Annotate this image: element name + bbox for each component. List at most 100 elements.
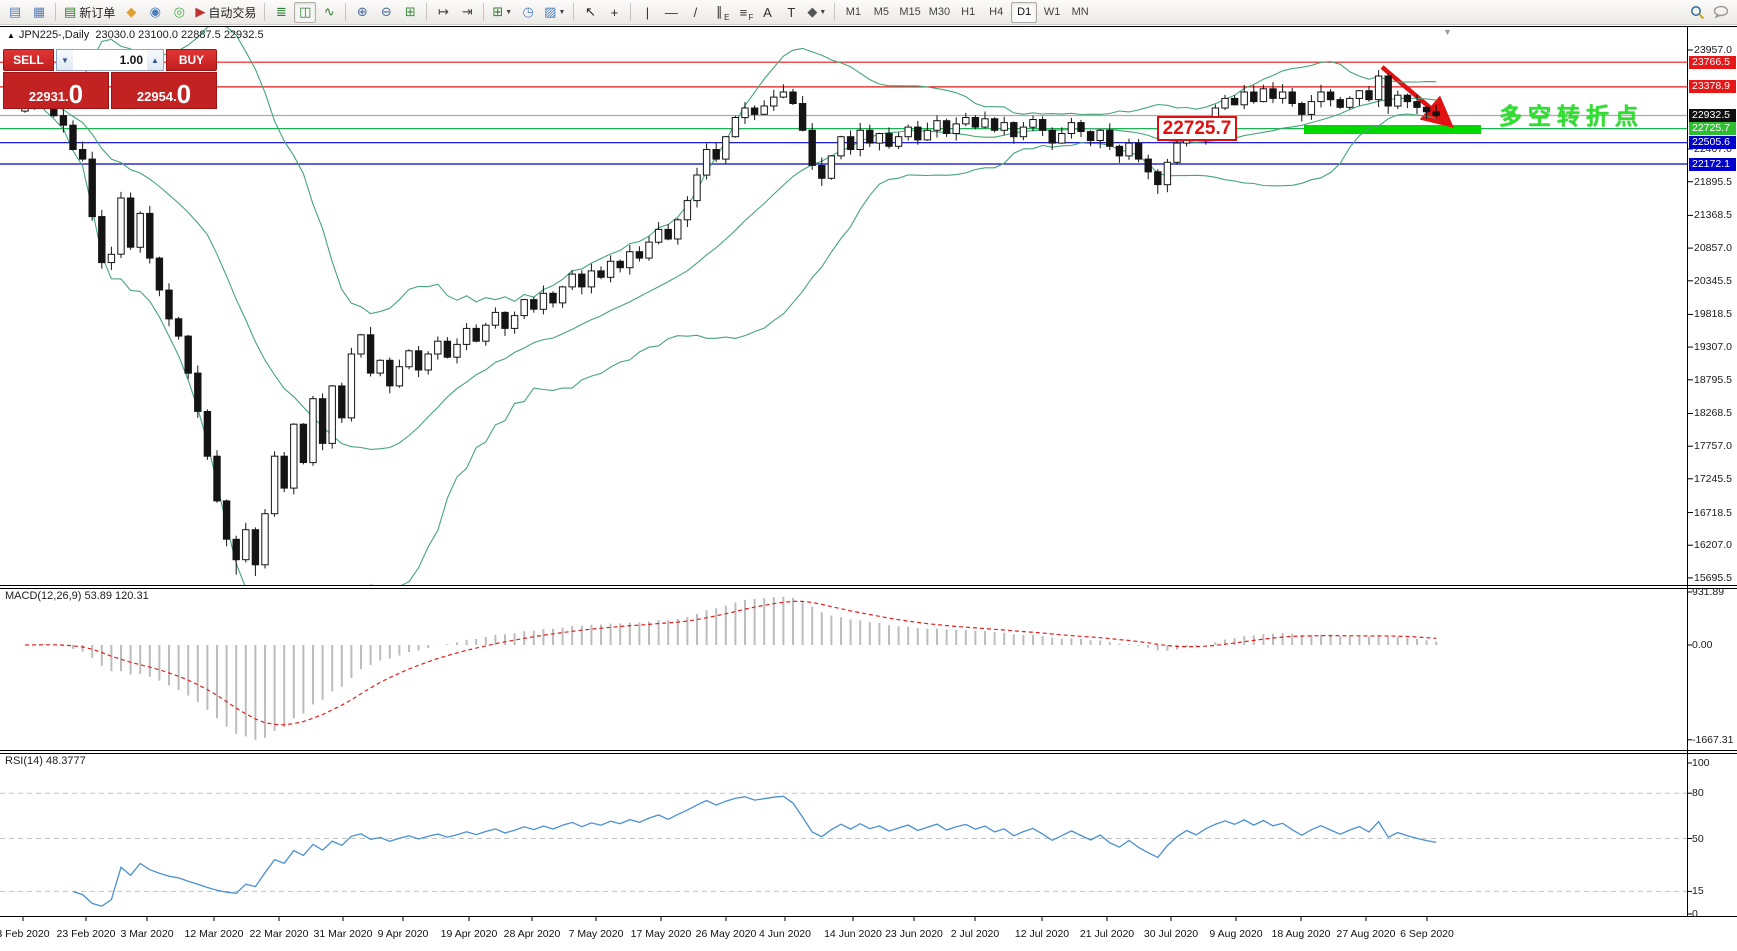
vertical-line-button[interactable]: |	[636, 2, 658, 23]
volume-increase-button[interactable]: ▲	[147, 50, 163, 70]
tile-windows-button[interactable]: ⊞	[399, 2, 421, 23]
zoom-out-button[interactable]: ⊖	[375, 2, 397, 23]
mt4-window: ▤ ▦ ▤ 新订单 ◆ ◉ ◎ ▶ 自动交易 ≣ ◫ ∿ ⊕ ⊖ ⊞ ↦ ⇥ ⊞ ▼ ◷ ▨ ▼ ↖ + | — / ∥ E ≡ F A T ◆ ▼…	[0, 0, 1737, 951]
rsi-axis-label: 0	[1692, 908, 1698, 920]
date-label: 3 Feb 2020	[0, 928, 50, 940]
auto-scroll-icon: ↦	[437, 4, 449, 19]
chart-shift-marker-icon[interactable]: ▼	[1443, 27, 1452, 37]
date-label: 31 Mar 2020	[313, 928, 373, 940]
volume-input[interactable]: 1.00	[73, 50, 147, 70]
text-label-button[interactable]: T	[780, 2, 802, 23]
date-label: 28 Apr 2020	[503, 928, 561, 940]
new-chart-button[interactable]: ⊞ ▼	[489, 2, 515, 23]
toolbar-separator	[55, 3, 56, 21]
candlestick-chart-icon: ◫	[299, 4, 312, 19]
toolbar-separator	[345, 3, 347, 21]
chart-shift-icon: ⇥	[461, 4, 473, 19]
timeframe-h1-button[interactable]: H1	[955, 2, 981, 23]
rsi-axis-label: 80	[1692, 787, 1704, 799]
timeframe-m5-button[interactable]: M5	[868, 2, 894, 23]
rsi-axis-label: 15	[1692, 885, 1704, 897]
date-label: 14 Jun 2020	[824, 928, 882, 940]
text-button[interactable]: A	[756, 2, 778, 23]
price-annotation-box[interactable]: 22725.7	[1157, 116, 1237, 141]
chat-icon	[1713, 5, 1729, 19]
timeframe-m15-button[interactable]: M15	[896, 2, 923, 23]
signals-button[interactable]: ◎	[168, 2, 190, 23]
sell-button[interactable]: SELL	[3, 49, 54, 71]
price-tick-label: 21368.5	[1694, 209, 1732, 221]
search-button[interactable]	[1686, 2, 1708, 23]
price-tick-label: 18795.5	[1694, 374, 1732, 386]
equidistant-channel-button[interactable]: ∥ E	[708, 2, 730, 23]
charts-list-icon: ▤	[8, 4, 22, 19]
macd-axis-label: -1667.31	[1692, 734, 1734, 746]
price-tick-label: 18268.5	[1694, 407, 1732, 419]
timeframe-m30-button[interactable]: M30	[926, 2, 953, 23]
vertical-line-icon: |	[645, 4, 650, 20]
expert-advisors-button[interactable]: ◆	[120, 2, 142, 23]
chart-shift-button[interactable]: ⇥	[456, 2, 478, 23]
price-level-label: 22505.6	[1689, 136, 1736, 149]
timeframe-m1-button[interactable]: M1	[840, 2, 866, 23]
chat-button[interactable]	[1710, 2, 1733, 23]
support-band[interactable]	[1304, 125, 1481, 134]
date-label: 21 Jul 2020	[1079, 928, 1135, 940]
arrows-icon: ◆	[807, 4, 818, 19]
equidistant-channel-sub-label: E	[724, 12, 730, 22]
symbol-marker-icon: ▲	[7, 31, 15, 40]
sell-price[interactable]: 22931. 0	[3, 72, 109, 109]
timeframe-w1-button[interactable]: W1	[1039, 2, 1065, 23]
buy-button[interactable]: BUY	[166, 49, 217, 71]
rsi-label: RSI(14) 48.3777	[5, 755, 86, 767]
crosshair-button[interactable]: +	[603, 2, 625, 23]
cursor-button[interactable]: ↖	[579, 2, 601, 23]
price-tick-label: 20345.5	[1694, 275, 1732, 287]
price-level-label: 23378.9	[1689, 80, 1736, 93]
date-label: 18 Aug 2020	[1271, 928, 1331, 940]
profiles-clock-button[interactable]: ◷	[517, 2, 539, 23]
equidistant-channel-icon: ∥	[716, 4, 723, 19]
volume-decrease-button[interactable]: ▼	[57, 50, 73, 70]
price-tick-label: 17757.0	[1694, 440, 1732, 452]
chart-canvas[interactable]	[0, 0, 1737, 951]
price-tick-label: 21895.5	[1694, 176, 1732, 188]
horizontal-line-button[interactable]: —	[660, 2, 682, 23]
new-order-button[interactable]: ▤ 新订单	[61, 2, 118, 23]
templates-caret-icon: ▼	[558, 8, 566, 16]
buy-price-frac: 0	[176, 79, 192, 109]
new-order-icon: ▤	[64, 4, 77, 19]
auto-scroll-button[interactable]: ↦	[432, 2, 454, 23]
timeframe-mn-button[interactable]: MN	[1067, 2, 1093, 23]
toolbar-separator	[264, 3, 266, 21]
mql5-community-button[interactable]: ◉	[144, 2, 166, 23]
bar-chart-button[interactable]: ≣	[270, 2, 292, 23]
timeframe-d1-button[interactable]: D1	[1011, 1, 1038, 23]
fibonacci-button[interactable]: ≡ F	[732, 2, 754, 23]
toolbar-separator	[834, 3, 836, 21]
candlestick-chart-button[interactable]: ◫	[294, 1, 317, 23]
rsi-section	[0, 792, 1687, 907]
date-label: 12 Mar 2020	[184, 928, 244, 940]
line-chart-button[interactable]: ∿	[318, 2, 340, 23]
autotrading-button[interactable]: ▶ 自动交易	[192, 2, 259, 23]
timeframe-h4-button[interactable]: H4	[983, 2, 1009, 23]
expert-advisors-icon: ◆	[126, 4, 137, 19]
charts-list-button[interactable]: ▤	[4, 2, 26, 23]
new-order-label: 新订单	[79, 5, 116, 20]
one-click-trade-panel: SELL ▼ 1.00 ▲ BUY 22931. 0 22954. 0	[3, 49, 217, 109]
trendline-button[interactable]: /	[684, 2, 706, 23]
toolbar-separator	[483, 3, 485, 21]
data-window-button[interactable]: ▦	[28, 2, 50, 23]
sell-price-main: 22931	[28, 89, 66, 104]
templates-button[interactable]: ▨ ▼	[541, 2, 568, 23]
turning-point-annotation[interactable]: 多空转折点	[1499, 97, 1644, 131]
price-tick-label: 15695.5	[1694, 572, 1732, 584]
fibonacci-sub-label: F	[748, 12, 754, 22]
arrows-button[interactable]: ◆ ▼	[804, 2, 829, 23]
date-label: 9 Aug 2020	[1209, 928, 1263, 940]
candles	[21, 70, 1440, 576]
zoom-in-button[interactable]: ⊕	[351, 2, 373, 23]
buy-price[interactable]: 22954. 0	[111, 72, 217, 109]
tile-windows-icon: ⊞	[404, 4, 416, 19]
